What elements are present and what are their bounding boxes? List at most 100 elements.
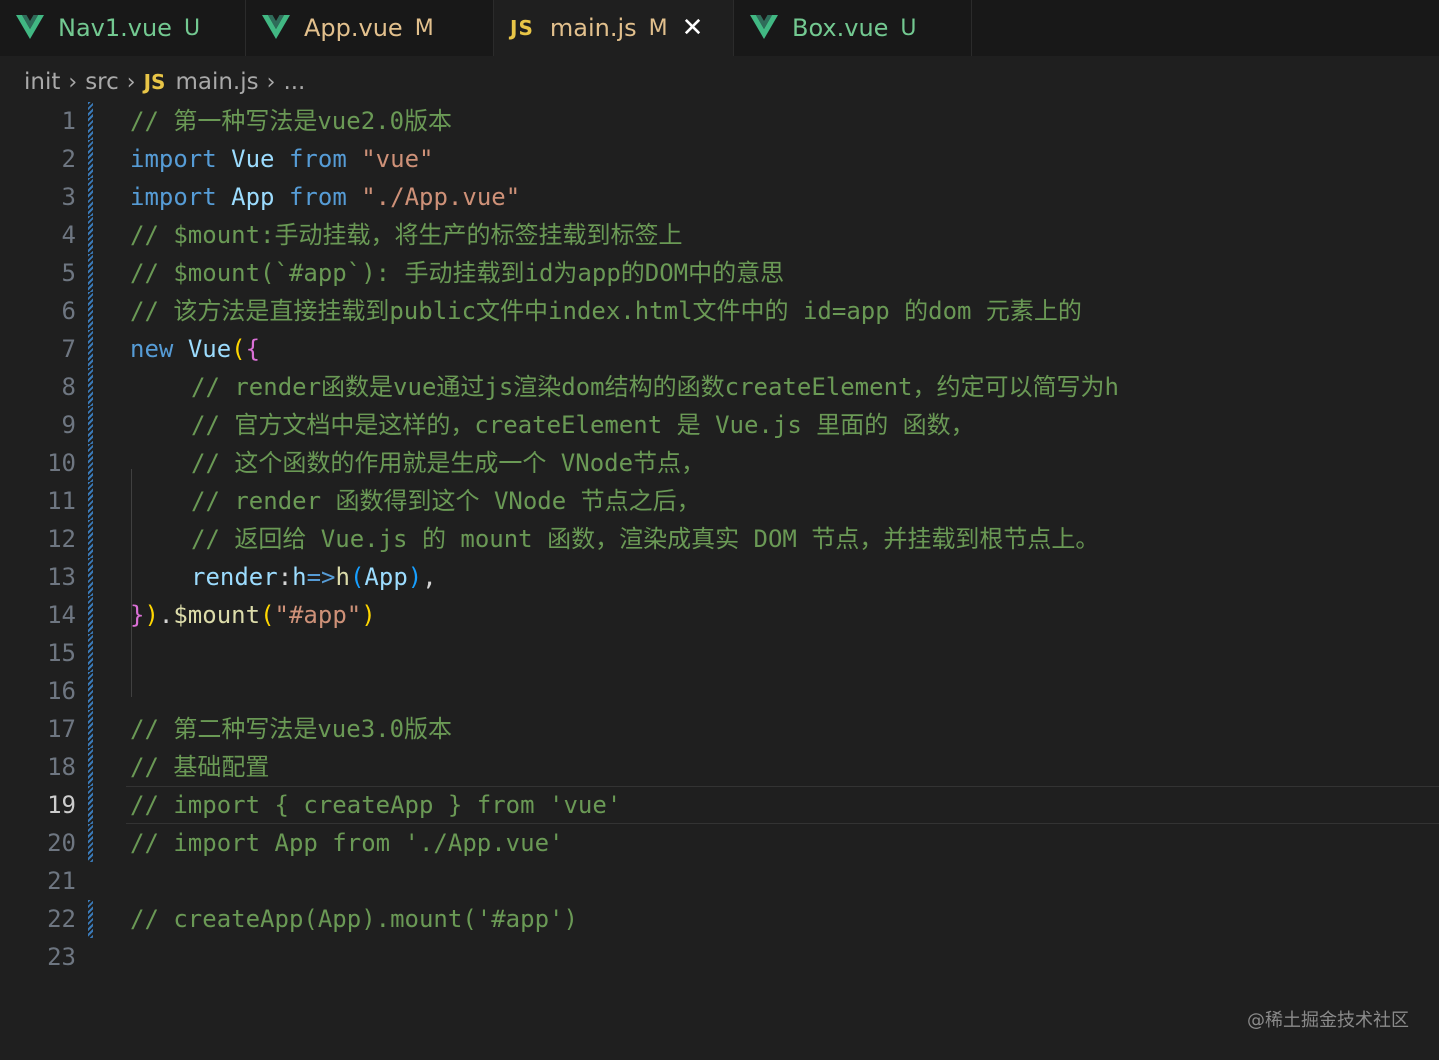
breadcrumb-item-init[interactable]: init (24, 69, 60, 95)
bracket: ) (144, 601, 159, 629)
bracket: ( (231, 335, 246, 363)
code-line[interactable]: 10 // 这个函数的作用就是生成一个 VNode节点， (0, 444, 1439, 482)
bracket: ( (260, 601, 275, 629)
code-line[interactable]: 2 import Vue from "vue" (0, 140, 1439, 178)
code-line[interactable]: 13 render:h=>h(App), (0, 558, 1439, 596)
identifier: App (231, 183, 275, 211)
breadcrumb-item-src[interactable]: src (85, 69, 119, 95)
code-line[interactable]: 4 // $mount:手动挂载，将生产的标签挂载到标签上 (0, 216, 1439, 254)
git-modified-gutter-mark (88, 824, 93, 862)
code-line[interactable]: 14 }).$mount("#app") (0, 596, 1439, 634)
line-number: 6 (61, 297, 76, 325)
punctuation: : (277, 563, 293, 591)
line-number: 18 (47, 753, 76, 781)
comment: // $mount(`#app`): 手动挂载到id为app的DOM中的意思 (130, 259, 785, 287)
code-line[interactable]: 18 // 基础配置 (0, 748, 1439, 786)
code-line[interactable]: 16 (0, 672, 1439, 710)
git-modified-gutter-mark (88, 672, 93, 710)
identifier: Vue (187, 335, 232, 363)
line-number: 5 (61, 259, 76, 287)
breadcrumb-item-symbols[interactable]: ... (283, 69, 305, 95)
comment: // 第二种写法是vue3.0版本 (130, 715, 453, 743)
code-editor[interactable]: 1 // 第一种写法是vue2.0版本 2 import Vue from "v… (0, 102, 1439, 1002)
code-line[interactable]: 17 // 第二种写法是vue3.0版本 (0, 710, 1439, 748)
code-line[interactable]: 23 (0, 938, 1439, 976)
bracket: ) (407, 563, 423, 591)
function-call: h (335, 563, 350, 591)
breadcrumb-item-main-js[interactable]: main.js (175, 69, 258, 95)
tab-nav1-vue[interactable]: Nav1.vue U (0, 0, 246, 56)
identifier: Vue (231, 145, 275, 173)
chevron-right-icon: › (266, 69, 276, 95)
line-number: 2 (61, 145, 76, 173)
code-line[interactable]: 9 // 官方文档中是这样的，createElement 是 Vue.js 里面… (0, 406, 1439, 444)
git-modified-gutter-mark (88, 520, 93, 558)
code-line[interactable]: 15 (0, 634, 1439, 672)
keyword: from (288, 183, 347, 211)
comment: // 返回给 Vue.js 的 mount 函数，渲染成真实 DOM 节点，并挂… (191, 525, 1100, 553)
function-call: $mount (173, 601, 261, 629)
line-number: 19 (47, 791, 76, 819)
line-number: 13 (47, 563, 76, 591)
tab-label: App.vue (304, 14, 403, 42)
breadcrumb: init › src › JS main.js › ... (24, 64, 305, 100)
vue-icon (16, 15, 44, 39)
bracket: ) (361, 601, 376, 629)
code-line[interactable]: 21 (0, 862, 1439, 900)
git-status-badge: M (648, 15, 668, 41)
code-line[interactable]: 6 // 该方法是直接挂载到public文件中index.html文件中的 id… (0, 292, 1439, 330)
bracket: { (245, 335, 261, 363)
git-status-badge: M (414, 15, 434, 41)
line-number: 16 (47, 677, 76, 705)
tab-app-vue[interactable]: App.vue M (246, 0, 494, 56)
code-line[interactable]: 5 // $mount(`#app`): 手动挂载到id为app的DOM中的意思 (0, 254, 1439, 292)
keyword: new (130, 335, 174, 363)
git-modified-gutter-mark (88, 140, 93, 178)
line-number: 7 (61, 335, 76, 363)
chevron-right-icon: › (126, 69, 136, 95)
git-status-badge: U (900, 15, 917, 41)
git-modified-gutter-mark (88, 748, 93, 786)
line-number: 22 (47, 905, 76, 933)
line-number: 11 (47, 487, 76, 515)
code-line[interactable]: 1 // 第一种写法是vue2.0版本 (0, 102, 1439, 140)
line-number: 1 (61, 107, 76, 135)
string: "#app" (274, 601, 362, 629)
code-line-current[interactable]: 19 // import { createApp } from 'vue' (0, 786, 1439, 824)
tab-label: Nav1.vue (58, 14, 172, 42)
git-status-badge: U (183, 15, 201, 41)
tab-label: main.js (549, 14, 637, 42)
git-modified-gutter-mark (88, 710, 93, 748)
vue-icon (262, 15, 290, 39)
operator: => (306, 563, 336, 591)
tab-main-js[interactable]: JS main.js M ✕ (494, 0, 734, 56)
git-modified-gutter-mark (88, 102, 93, 140)
code-line[interactable]: 22 // createApp(App).mount('#app') (0, 900, 1439, 938)
line-number: 4 (61, 221, 76, 249)
close-tab-icon[interactable]: ✕ (682, 15, 704, 41)
code-line[interactable]: 3 import App from "./App.vue" (0, 178, 1439, 216)
code-line[interactable]: 20 // import App from './App.vue' (0, 824, 1439, 862)
code-line[interactable]: 8 // render函数是vue通过js渲染dom结构的函数createEle… (0, 368, 1439, 406)
comment: // import { createApp } from 'vue' (130, 791, 622, 819)
code-line[interactable]: 11 // render 函数得到这个 VNode 节点之后， (0, 482, 1439, 520)
git-modified-gutter-mark (88, 596, 93, 634)
code-line[interactable]: 7 new Vue({ (0, 330, 1439, 368)
comment: // 该方法是直接挂载到public文件中index.html文件中的 id=a… (130, 297, 1082, 325)
tab-box-vue[interactable]: Box.vue U (734, 0, 972, 56)
git-modified-gutter-mark (88, 900, 93, 938)
string: "./App.vue" (361, 183, 521, 211)
comment: // 第一种写法是vue2.0版本 (130, 107, 453, 135)
js-icon: JS (510, 16, 534, 40)
git-modified-gutter-mark (88, 368, 93, 406)
line-number: 21 (47, 867, 76, 895)
keyword: import (130, 145, 217, 173)
punctuation: , (422, 563, 437, 591)
comment: // 基础配置 (130, 753, 270, 781)
git-modified-gutter-mark (88, 634, 93, 672)
line-number: 17 (47, 715, 76, 743)
git-modified-gutter-mark (88, 254, 93, 292)
code-line[interactable]: 12 // 返回给 Vue.js 的 mount 函数，渲染成真实 DOM 节点… (0, 520, 1439, 558)
git-modified-gutter-mark (88, 482, 93, 520)
parameter: h (292, 563, 307, 591)
